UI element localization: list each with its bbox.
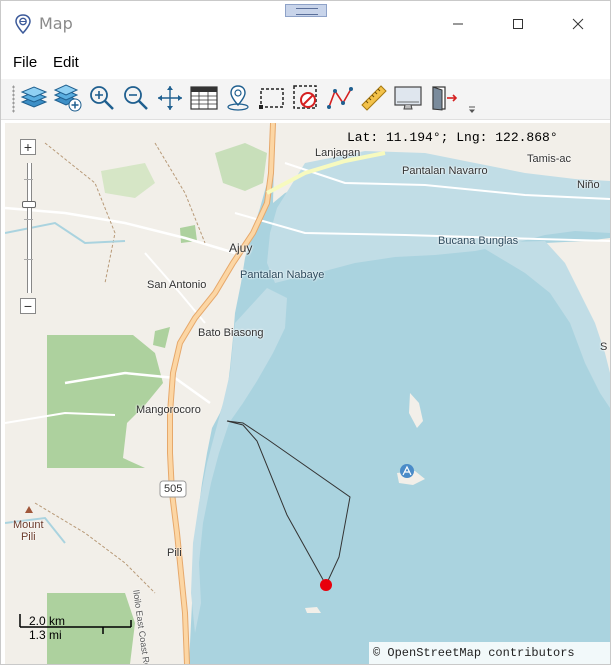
label-route-505: 505 (164, 483, 183, 495)
menu-edit[interactable]: Edit (53, 54, 79, 71)
label-mangorocoro: Mangorocoro (136, 404, 201, 416)
scale-bar: 2.0 km 1.3 mi (19, 614, 134, 642)
draw-line-button[interactable] (325, 83, 355, 113)
label-bato-biasong: Bato Biasong (198, 327, 264, 339)
window-title: Map (39, 14, 73, 33)
coordinates-readout: Lat: 11.194°; Lng: 122.868° (347, 130, 558, 145)
select-rectangle-button[interactable] (257, 83, 287, 113)
layers-button[interactable] (19, 83, 49, 113)
measure-ruler-icon (361, 85, 387, 111)
measure-button[interactable] (359, 83, 389, 113)
zoom-out-button[interactable] (121, 83, 151, 113)
location-marker (320, 579, 332, 591)
zoom-out-icon (124, 86, 148, 110)
zoom-in-icon (90, 86, 114, 110)
map-window: Map File Edit Lanjagan Tamis-ac Niño Pan… (0, 0, 611, 665)
minimize-icon (453, 23, 463, 25)
scale-mi-label: 1.3 mi (29, 628, 62, 642)
menu-bar: File Edit (1, 49, 610, 77)
label-tamisac: Tamis-ac (527, 153, 572, 165)
exit-button[interactable] (429, 83, 459, 113)
add-marker-button[interactable] (223, 83, 253, 113)
zoom-out-control[interactable]: − (20, 298, 36, 314)
zoom-slider-track[interactable] (27, 163, 32, 293)
drag-handle[interactable] (285, 4, 327, 17)
add-layer-button[interactable] (53, 83, 83, 113)
label-pili: Pili (167, 547, 182, 559)
app-map-pin-icon (15, 14, 31, 34)
label-nino: Niño (577, 179, 600, 191)
poi-icon (400, 464, 414, 478)
exit-icon (432, 86, 458, 111)
zoom-tick (24, 259, 33, 260)
add-layer-icon (53, 84, 82, 112)
scale-km-label: 2.0 km (29, 614, 66, 628)
add-marker-icon (227, 85, 249, 111)
screenshot-button[interactable] (393, 83, 423, 113)
maximize-icon (513, 19, 523, 29)
label-pantalan-nabaye: Pantalan Nabaye (240, 269, 325, 281)
clear-selection-icon (293, 85, 317, 109)
select-rectangle-icon (259, 88, 284, 109)
menu-file[interactable]: File (13, 54, 37, 71)
label-pantalan-navarro: Pantalan Navarro (402, 165, 488, 177)
label-bucana-bunglas: Bucana Bunglas (438, 235, 519, 247)
clear-selection-button[interactable] (291, 83, 321, 113)
label-s-edge: S (600, 341, 608, 353)
layers-icon (20, 86, 48, 108)
zoom-slider-thumb[interactable] (22, 201, 36, 208)
label-mount-pili: Mount Pili (13, 519, 44, 543)
island-1 (409, 393, 423, 428)
pan-button[interactable] (155, 83, 185, 113)
pan-icon (158, 86, 182, 110)
label-san-antonio: San Antonio (147, 279, 207, 291)
draw-line-icon (327, 87, 353, 109)
toolbar-grip[interactable] (12, 85, 15, 113)
zoom-tick (24, 219, 33, 220)
minimize-button[interactable] (435, 9, 481, 39)
zoom-tick (24, 179, 33, 180)
maximize-button[interactable] (495, 9, 541, 39)
label-ajuy: Ajuy (229, 241, 253, 255)
title-bar[interactable]: Map (1, 1, 610, 45)
map-canvas[interactable]: Lanjagan Tamis-ac Niño Pantalan Navarro … (5, 123, 610, 664)
attribute-table-icon (190, 86, 218, 110)
toolbar-overflow-icon[interactable] (467, 106, 477, 114)
map-basemap (5, 123, 610, 664)
map-attribution: © OpenStreetMap contributors (369, 642, 610, 664)
label-lanjagan: Lanjagan (315, 147, 361, 159)
island-3 (305, 607, 321, 613)
zoom-in-button[interactable] (87, 83, 117, 113)
zoom-in-control[interactable]: + (20, 139, 36, 155)
close-icon (572, 18, 584, 30)
attribute-table-button[interactable] (189, 83, 219, 113)
toolbar (1, 79, 610, 120)
screenshot-icon (394, 86, 422, 110)
drawn-route-line (226, 420, 351, 587)
close-button[interactable] (555, 9, 601, 39)
